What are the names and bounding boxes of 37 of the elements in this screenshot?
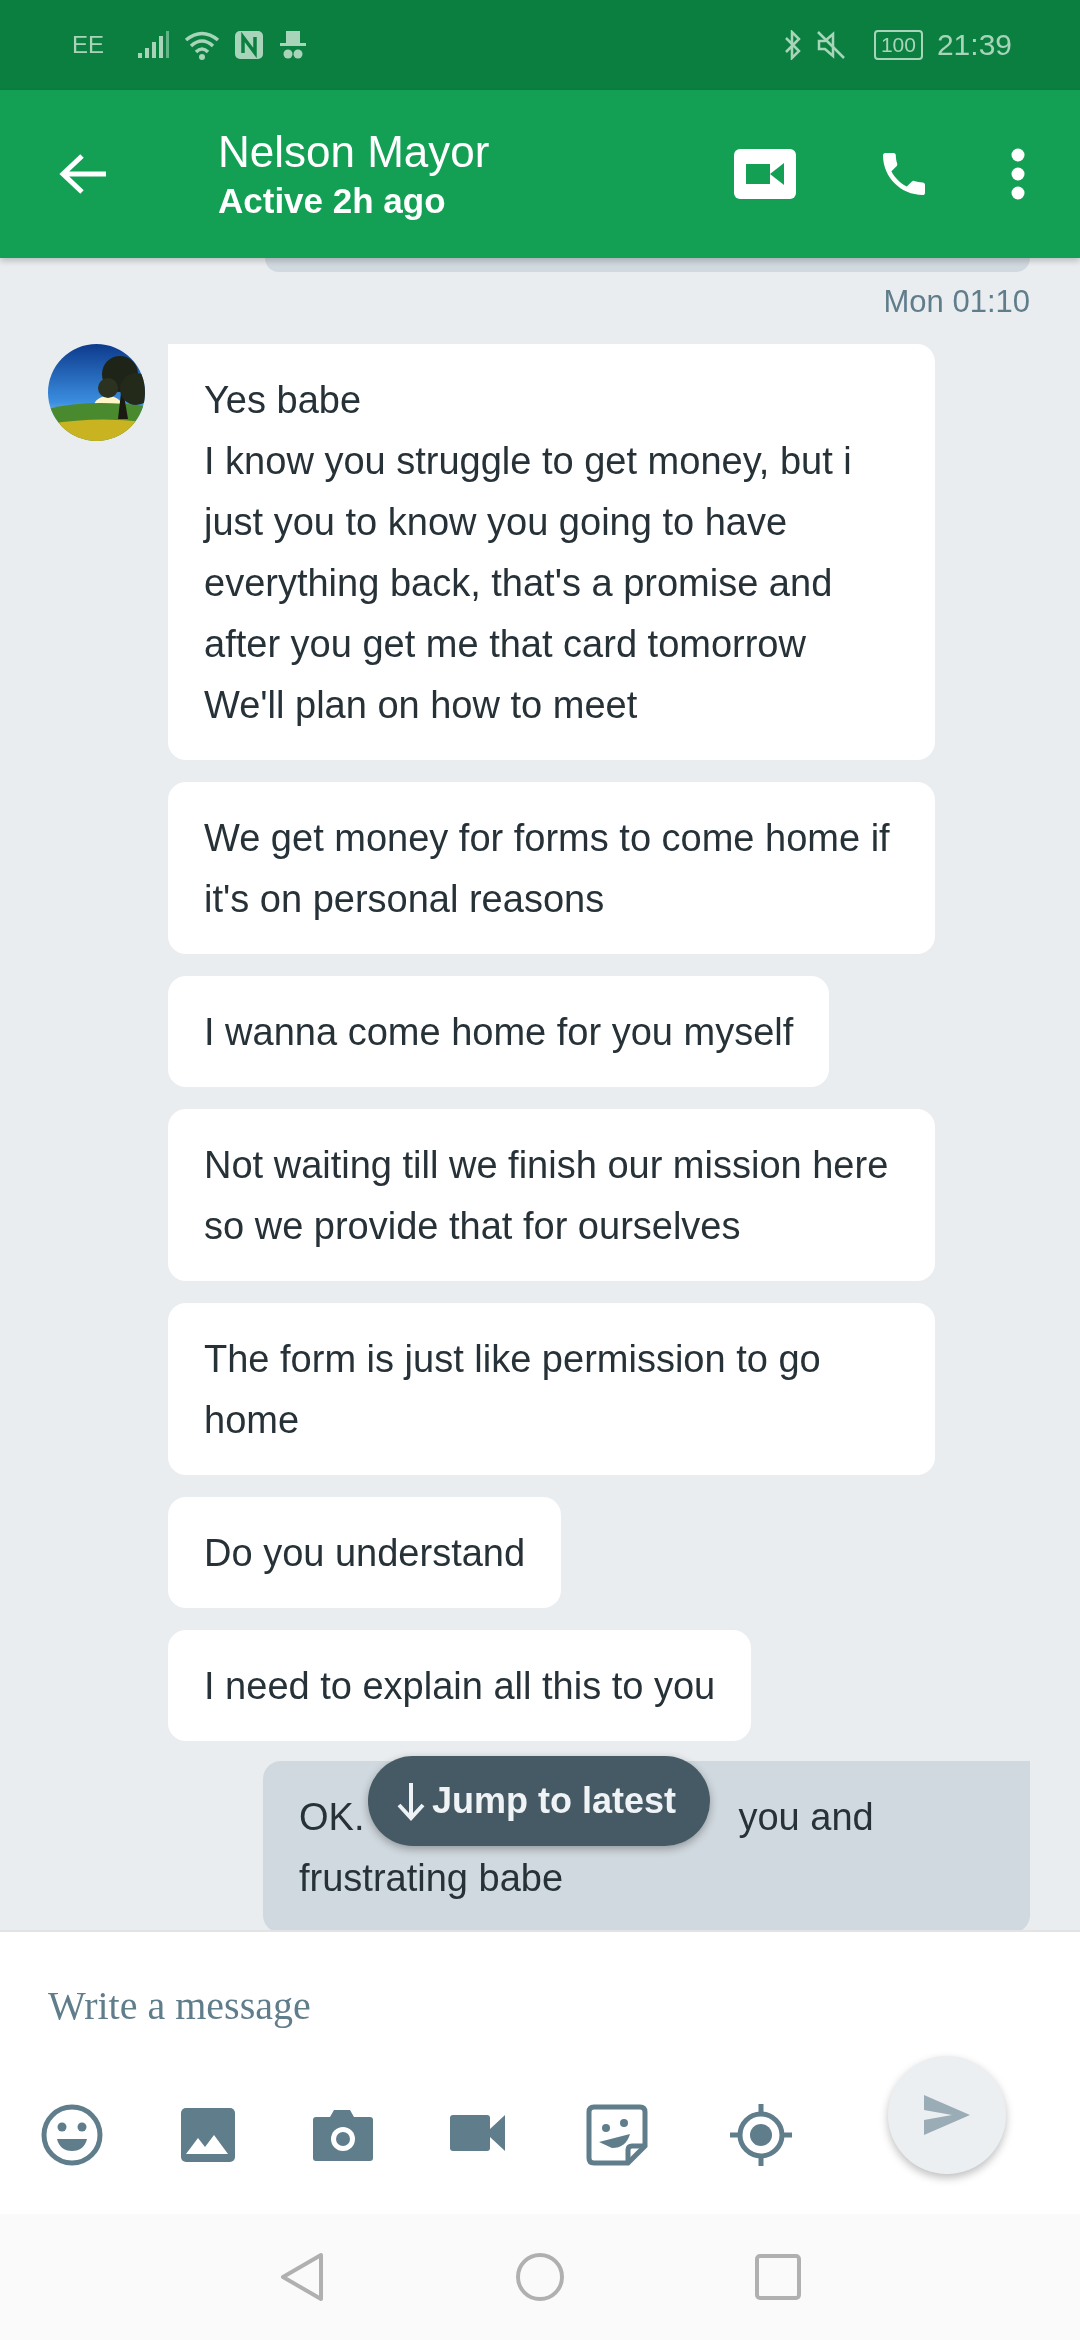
mute-icon — [815, 30, 846, 60]
contact-name: Nelson Mayor — [218, 126, 491, 178]
image-icon[interactable] — [180, 2107, 236, 2163]
message-timestamp: Mon 01:10 — [883, 284, 1030, 320]
jump-to-latest-button[interactable]: Jump to latest — [368, 1756, 711, 1846]
signal-icon — [136, 31, 170, 59]
message-text: I need to explain all this to you — [204, 1664, 716, 1709]
video-call-icon[interactable] — [734, 149, 796, 199]
carrier-label: EE — [72, 31, 104, 59]
bluetooth-icon — [783, 30, 802, 60]
camera-icon[interactable] — [312, 2107, 374, 2163]
emoji-icon[interactable] — [40, 2103, 104, 2167]
back-icon[interactable] — [279, 2252, 325, 2302]
send-button[interactable] — [888, 2056, 1006, 2174]
incognito-icon — [278, 30, 308, 60]
message-text: frustrating babe — [299, 1856, 565, 1901]
send-icon — [922, 2093, 972, 2137]
message-text: I wanna come home for you myself — [204, 1010, 794, 1055]
message-text: Yes babe I know you struggle to get money, but i just you to know you going to have everything back, that's a promise and after you get me that card tomorrow We'll plan on how to meet — [204, 378, 853, 728]
message-text: The form is just like permission to go home — [204, 1337, 822, 1443]
battery-indicator: 100 — [873, 30, 923, 60]
home-icon[interactable] — [515, 2252, 565, 2302]
sticker-icon[interactable] — [586, 2104, 648, 2166]
recent-apps-icon[interactable] — [755, 2254, 801, 2300]
more-options-icon[interactable] — [1010, 148, 1026, 200]
message-text: Do you understand — [204, 1531, 526, 1576]
wifi-icon — [184, 30, 220, 60]
message-text: OK. — [299, 1795, 365, 1840]
contact-status: Active 2h ago — [218, 180, 447, 222]
location-target-icon[interactable] — [728, 2102, 794, 2168]
message-text: you and — [738, 1795, 874, 1840]
message-text: Not waiting till we finish our mission here so we provide that for ourselves — [204, 1143, 890, 1249]
message-text: We get money for forms to come home if it's on personal reasons — [204, 816, 891, 922]
clock-time: 21:39 — [936, 28, 1012, 62]
nfc-icon — [234, 30, 264, 60]
down-arrow-icon — [396, 1781, 426, 1821]
back-arrow-icon[interactable] — [58, 152, 108, 196]
